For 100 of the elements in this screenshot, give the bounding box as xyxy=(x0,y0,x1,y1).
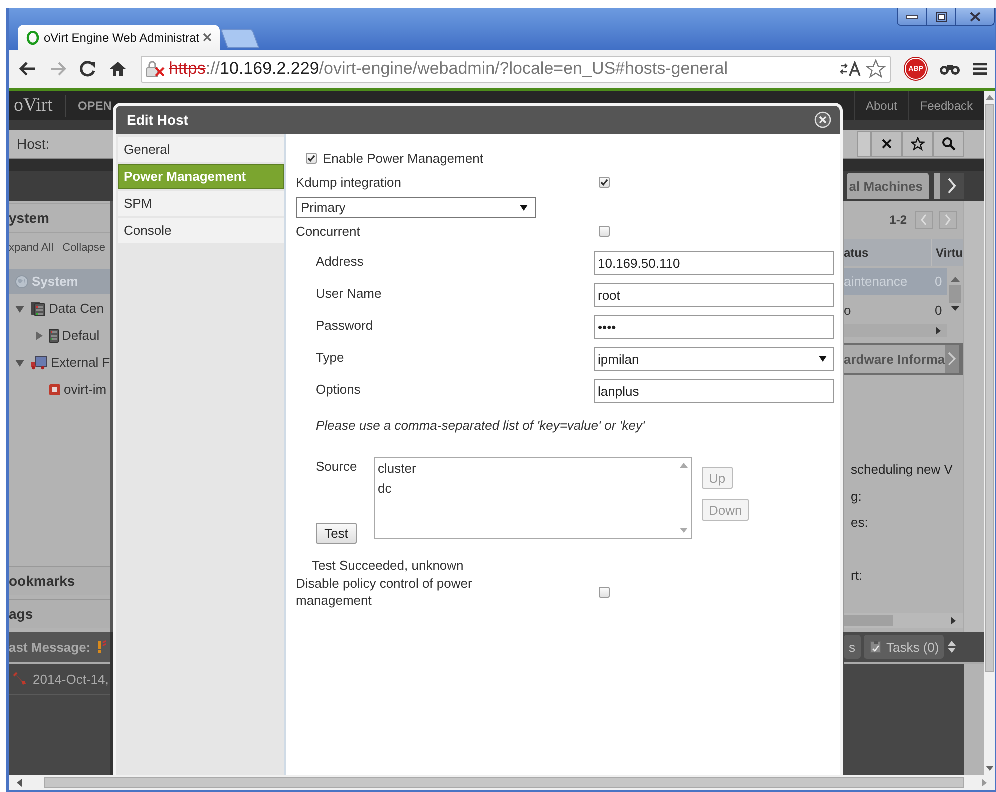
column-header[interactable]: atus xyxy=(844,246,931,260)
checkbox[interactable] xyxy=(599,176,610,188)
field-label: User Name xyxy=(315,286,383,300)
clear-button[interactable] xyxy=(871,131,902,157)
close-icon[interactable] xyxy=(203,33,212,42)
checkbox-label: Disable policy control of power management xyxy=(296,575,474,609)
list-item[interactable]: dc xyxy=(378,480,674,500)
type-dropdown[interactable]: ipmilan xyxy=(594,347,834,371)
truck-icon xyxy=(30,356,48,370)
translate-icon[interactable] xyxy=(840,61,862,77)
detail-label: g: xyxy=(851,489,863,505)
ring-icon xyxy=(26,30,40,44)
bookmark-button[interactable] xyxy=(902,131,933,157)
footer-tab[interactable]: Tasks (0) xyxy=(864,635,944,659)
list-box[interactable]: cluster dc xyxy=(374,457,692,539)
input-field[interactable]: lanplus xyxy=(594,379,834,403)
input-field[interactable]: 10.169.50.110 xyxy=(594,251,834,275)
dropdown-arrow-icon[interactable] xyxy=(819,356,827,362)
menu-icon[interactable] xyxy=(973,62,987,76)
scrollbar[interactable] xyxy=(984,91,995,775)
field-label: Password xyxy=(315,318,374,332)
maximize-icon[interactable] xyxy=(936,12,946,22)
checkbox-label: Concurrent xyxy=(296,224,362,238)
nav-link[interactable]: OPEN xyxy=(66,98,112,112)
maximize-button[interactable] xyxy=(927,8,956,25)
minimize-button[interactable] xyxy=(898,8,927,25)
scroll-right-icon[interactable] xyxy=(951,616,956,624)
close-icon[interactable] xyxy=(970,12,980,22)
caret-down-icon[interactable] xyxy=(15,304,25,314)
tree-action-link[interactable]: xpand All xyxy=(9,242,54,254)
order-dropdown[interactable]: Primary xyxy=(296,197,536,218)
tree-item[interactable]: ovirt-im xyxy=(9,377,110,402)
home-icon[interactable] xyxy=(109,60,127,78)
checkbox-label: Enable Power Management xyxy=(323,150,484,166)
server-icon xyxy=(49,328,59,342)
search-field[interactable] xyxy=(857,131,871,157)
logo[interactable]: oVirt xyxy=(9,94,66,116)
tree-action-link[interactable]: Collapse xyxy=(62,242,106,254)
table-row[interactable]: o 0 xyxy=(844,297,947,324)
star-icon[interactable] xyxy=(910,137,924,151)
dropdown-arrow-icon[interactable] xyxy=(520,204,528,210)
last-message-label: ast Message: xyxy=(9,640,91,654)
broken-lock-icon xyxy=(145,60,167,78)
detail-tab[interactable]: ardware Informa xyxy=(844,345,946,373)
hint-text: Please use a comma-separated list of 'key=value' or 'key' xyxy=(315,418,646,433)
field-label: Type xyxy=(315,350,346,364)
test-result: Test Succeeded, unknown xyxy=(311,558,465,573)
tree-item[interactable]: Data Cen xyxy=(9,296,110,321)
minimize-icon[interactable] xyxy=(906,14,918,18)
page-count: 1-2 xyxy=(890,213,907,227)
next-tab-button[interactable] xyxy=(945,345,960,373)
field-label: Address xyxy=(315,254,365,268)
panel-header[interactable]: ystem xyxy=(9,203,110,233)
dialog-nav-item[interactable]: SPM xyxy=(118,191,284,216)
scrollbar[interactable] xyxy=(9,775,995,790)
new-tab-button[interactable] xyxy=(220,29,260,48)
caret-right-icon[interactable] xyxy=(34,330,44,340)
up-down-icon[interactable] xyxy=(947,640,958,654)
address-field[interactable]: https://10.169.2.229/ovirt-engine/webadmin/?locale=en_US#hosts-general xyxy=(141,56,891,82)
dialog-title: Edit Host xyxy=(127,112,188,128)
caret-down-icon[interactable] xyxy=(15,358,25,368)
chevron-right-icon[interactable] xyxy=(947,178,957,194)
checkbox-label: Kdump integration xyxy=(296,174,403,190)
search-icon[interactable] xyxy=(942,137,956,151)
close-button[interactable] xyxy=(956,8,994,25)
clipboard-icon xyxy=(868,640,882,654)
reload-icon[interactable] xyxy=(79,60,97,78)
scrollbar[interactable] xyxy=(844,613,963,628)
next-tab-button[interactable] xyxy=(934,173,964,199)
scroll-right-icon[interactable] xyxy=(936,326,941,334)
scroll-up-icon[interactable] xyxy=(950,276,960,282)
input-field[interactable]: root xyxy=(594,283,834,307)
tree-item[interactable]: Defaul xyxy=(9,323,110,348)
scroll-left-icon[interactable] xyxy=(17,778,22,786)
list-item[interactable]: cluster xyxy=(378,460,674,480)
binoculars-icon[interactable] xyxy=(939,62,961,76)
checkbox[interactable] xyxy=(599,226,610,236)
main-tab[interactable]: al Machines xyxy=(847,173,929,199)
search-button[interactable] xyxy=(933,131,964,157)
scroll-down-icon[interactable] xyxy=(950,306,960,312)
tree-item[interactable]: External F xyxy=(9,350,110,375)
star-icon[interactable] xyxy=(866,59,886,79)
dialog-nav-item[interactable]: General xyxy=(118,137,284,162)
password-field[interactable]: •••• xyxy=(594,315,834,339)
footer-tab[interactable]: s xyxy=(844,635,860,659)
field-label: Options xyxy=(315,382,362,396)
wrench-icon xyxy=(13,672,27,686)
close-icon[interactable] xyxy=(880,138,892,150)
scroll-down-icon[interactable] xyxy=(986,766,994,771)
detail-label: es: xyxy=(851,515,870,531)
checkbox[interactable] xyxy=(306,152,317,164)
scroll-up-icon[interactable] xyxy=(986,95,994,100)
server-stack-icon xyxy=(30,300,46,316)
test-button[interactable]: Test xyxy=(316,523,357,544)
checkbox[interactable] xyxy=(599,586,610,598)
detail-label: rt: xyxy=(851,568,864,584)
alert-icon xyxy=(96,640,107,654)
detail-label: scheduling new V xyxy=(851,462,954,478)
dialog-nav-item[interactable]: Console xyxy=(118,218,284,243)
back-icon[interactable] xyxy=(19,61,37,77)
